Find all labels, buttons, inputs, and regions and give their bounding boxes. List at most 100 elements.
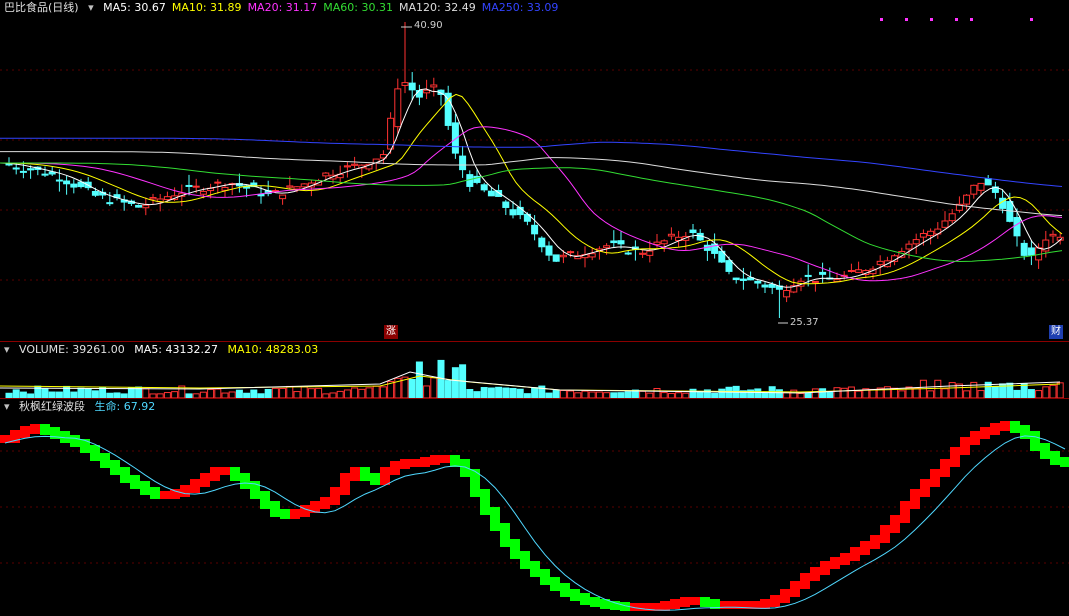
candle-body: [552, 254, 560, 262]
volume-bar: [286, 385, 294, 398]
volume-panel[interactable]: ▾ VOLUME: 39261.00 MA5: 43132.27 MA10: 4…: [0, 342, 1069, 398]
volume-bar: [142, 388, 150, 398]
wave-green-block: [550, 577, 560, 591]
volume-bar: [214, 388, 222, 398]
price-chart[interactable]: [0, 0, 1069, 340]
wave-red-block: [930, 469, 940, 487]
wave-red-block: [900, 501, 910, 523]
volume-bar: [1042, 386, 1050, 398]
indicator-title: 秋枫红绿波段: [19, 400, 86, 413]
volume-bar: [1027, 389, 1035, 398]
candle-body: [423, 89, 431, 94]
candle-body: [725, 260, 733, 272]
signal-marker: [905, 18, 908, 21]
volume-ma5: MA5: 43132.27: [134, 343, 218, 356]
wave-red-block: [990, 423, 1000, 435]
life-line: [4, 435, 1066, 611]
wave-red-block: [410, 459, 420, 467]
candle-body: [948, 213, 956, 222]
volume-bar: [912, 387, 920, 398]
wave-red-block: [780, 589, 790, 603]
ma-legend-item: MA20: 31.17: [247, 1, 318, 14]
volume-bar: [336, 390, 344, 398]
volume-bar: [379, 386, 387, 398]
wave-red-block: [880, 525, 890, 543]
candle-body: [63, 180, 71, 185]
collapse-icon[interactable]: ▾: [4, 400, 10, 413]
volume-bar: [408, 379, 416, 398]
ma-legend-item: MA10: 31.89: [171, 1, 242, 14]
wave-red-block: [920, 479, 930, 497]
life-value: 生命: 67.92: [94, 400, 156, 413]
volume-bar: [531, 387, 539, 398]
volume-bar: [833, 387, 841, 398]
candle-body: [977, 182, 985, 191]
volume-bar: [444, 380, 452, 398]
candle-body: [732, 277, 740, 281]
candle-body: [660, 240, 668, 245]
volume-bar: [343, 389, 351, 398]
candle-body: [408, 82, 416, 91]
wave-red-block: [690, 597, 700, 605]
price-panel[interactable]: 巴比食品(日线) ▾ MA5: 30.67 MA10: 31.89 MA20: 31…: [0, 0, 1069, 340]
volume-bar: [977, 390, 985, 398]
wave-green-block: [370, 473, 380, 485]
volume-header: ▾ VOLUME: 39261.00 MA5: 43132.27 MA10: 4…: [4, 342, 324, 358]
volume-bar: [509, 388, 517, 398]
volume-bar: [487, 387, 495, 398]
wave-green-block: [40, 424, 50, 435]
volume-bar: [451, 367, 459, 398]
candle-body: [1027, 247, 1035, 256]
wave-red-block: [420, 457, 430, 467]
wave-red-block: [220, 467, 230, 475]
wave-red-block: [290, 509, 300, 519]
candle-body: [739, 278, 747, 281]
signal-marker: [1030, 18, 1033, 21]
zhang-badge[interactable]: 涨: [384, 325, 398, 339]
signal-marker: [880, 18, 883, 21]
volume-bar: [991, 385, 999, 398]
indicator-panel[interactable]: ▾ 秋枫红绿波段 生命: 67.92: [0, 399, 1069, 616]
low-price-label: 25.37: [790, 317, 819, 328]
wave-red-block: [180, 485, 190, 497]
volume-bar: [495, 386, 503, 398]
wave-green-block: [500, 523, 510, 547]
candle-body: [91, 190, 99, 196]
volume-bar: [430, 377, 438, 398]
candle-body: [531, 224, 539, 235]
volume-bar: [948, 382, 956, 398]
volume-bar: [207, 388, 215, 398]
candle-body: [941, 220, 949, 228]
wave-red-block: [910, 489, 920, 509]
volume-bar: [898, 390, 906, 398]
wave-indicator-chart[interactable]: [0, 399, 1069, 616]
wave-red-block: [850, 547, 860, 561]
indicator-header: ▾ 秋枫红绿波段 生命: 67.92: [4, 399, 161, 415]
candle-body: [487, 190, 495, 197]
collapse-icon[interactable]: ▾: [4, 343, 10, 356]
collapse-icon[interactable]: ▾: [88, 1, 94, 14]
candle-body: [12, 167, 20, 170]
volume-bar: [264, 388, 272, 398]
wave-green-block: [1030, 431, 1040, 451]
wave-red-block: [940, 459, 950, 477]
cai-badge[interactable]: 财: [1049, 325, 1063, 339]
candle-body: [293, 186, 301, 190]
wave-red-block: [400, 459, 410, 469]
candle-body: [545, 245, 553, 256]
ma-legend-item: MA120: 32.49: [399, 1, 476, 14]
wave-red-block: [350, 467, 360, 481]
candle-body: [1049, 233, 1057, 237]
candle-body: [559, 254, 567, 258]
volume-bar: [941, 388, 949, 398]
candle-body: [768, 283, 776, 288]
signal-marker: [930, 18, 933, 21]
candle-body: [912, 239, 920, 245]
wave-red-block: [970, 431, 980, 445]
wave-green-block: [120, 467, 130, 483]
volume-bar: [365, 387, 373, 398]
wave-green-block: [560, 583, 570, 597]
candle-body: [646, 250, 654, 256]
wave-green-block: [270, 501, 280, 517]
wave-red-block: [340, 473, 350, 495]
